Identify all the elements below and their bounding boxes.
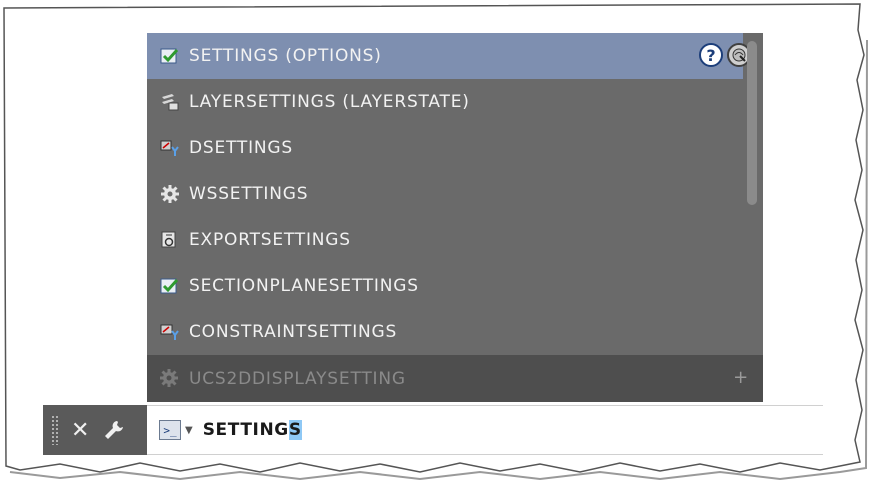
help-icon[interactable]: ? [699, 43, 723, 67]
layers-icon [159, 91, 181, 113]
autocomplete-item-layersettings[interactable]: LAYERSETTINGS (LAYERSTATE) [147, 79, 743, 125]
autocomplete-item-exportsettings[interactable]: EXPORTSETTINGS [147, 217, 743, 263]
close-icon[interactable]: ✕ [71, 418, 89, 443]
autocomplete-item-label: SETTINGS (OPTIONS) [189, 46, 382, 66]
wrench-icon[interactable] [103, 419, 125, 441]
row-action-icons: ? [699, 43, 751, 67]
autocomplete-item-sectionplanesettings[interactable]: SECTIONPLANESETTINGS [147, 263, 743, 309]
autocomplete-item-label: DSETTINGS [189, 138, 293, 158]
autocomplete-item-label: SECTIONPLANESETTINGS [189, 276, 419, 296]
typed-text-highlight: S [288, 420, 302, 440]
command-line-toolbar: ✕ [43, 405, 147, 455]
scrollbar-thumb[interactable] [747, 41, 757, 205]
checkbox-icon [159, 45, 181, 67]
autocomplete-item-settings[interactable]: SETTINGS (OPTIONS) [147, 33, 743, 79]
chevron-down-icon[interactable]: ▼ [185, 425, 193, 436]
autocomplete-item-label: UCS2DDISPLAYSETTING [189, 368, 406, 389]
command-input[interactable]: >_ ▼ SETTINGS [147, 405, 823, 455]
typed-text: SETTING [202, 420, 289, 440]
autocomplete-item-label: CONSTRAINTSETTINGS [189, 322, 398, 342]
autocomplete-item-dsettings[interactable]: DSETTINGS [147, 125, 743, 171]
gear-icon [159, 183, 181, 205]
autocomplete-popup: SETTINGS (OPTIONS) LAYERSETTINGS (LAYERS… [147, 33, 763, 402]
drafting-settings-icon [159, 137, 181, 159]
autocomplete-item-ucs2ddisplaysetting[interactable]: UCS2DDISPLAYSETTING + [147, 355, 763, 402]
expand-icon[interactable]: + [733, 367, 749, 388]
checkbox-icon [159, 275, 181, 297]
command-input-text: SETTINGS [203, 420, 302, 440]
gear-icon [159, 368, 181, 390]
command-line: ✕ >_ ▼ SETTINGS [43, 405, 823, 455]
autocomplete-item-constraintsettings[interactable]: CONSTRAINTSETTINGS [147, 309, 743, 355]
autocomplete-item-label: EXPORTSETTINGS [189, 230, 351, 250]
constraint-icon [159, 321, 181, 343]
command-prompt-icon[interactable]: >_ [159, 420, 181, 440]
autocomplete-item-label: LAYERSETTINGS (LAYERSTATE) [189, 92, 470, 112]
autocomplete-item-label: WSSETTINGS [189, 184, 309, 204]
export-icon [159, 229, 181, 251]
autocomplete-item-wssettings[interactable]: WSSETTINGS [147, 171, 743, 217]
drag-handle-icon[interactable] [51, 415, 59, 445]
